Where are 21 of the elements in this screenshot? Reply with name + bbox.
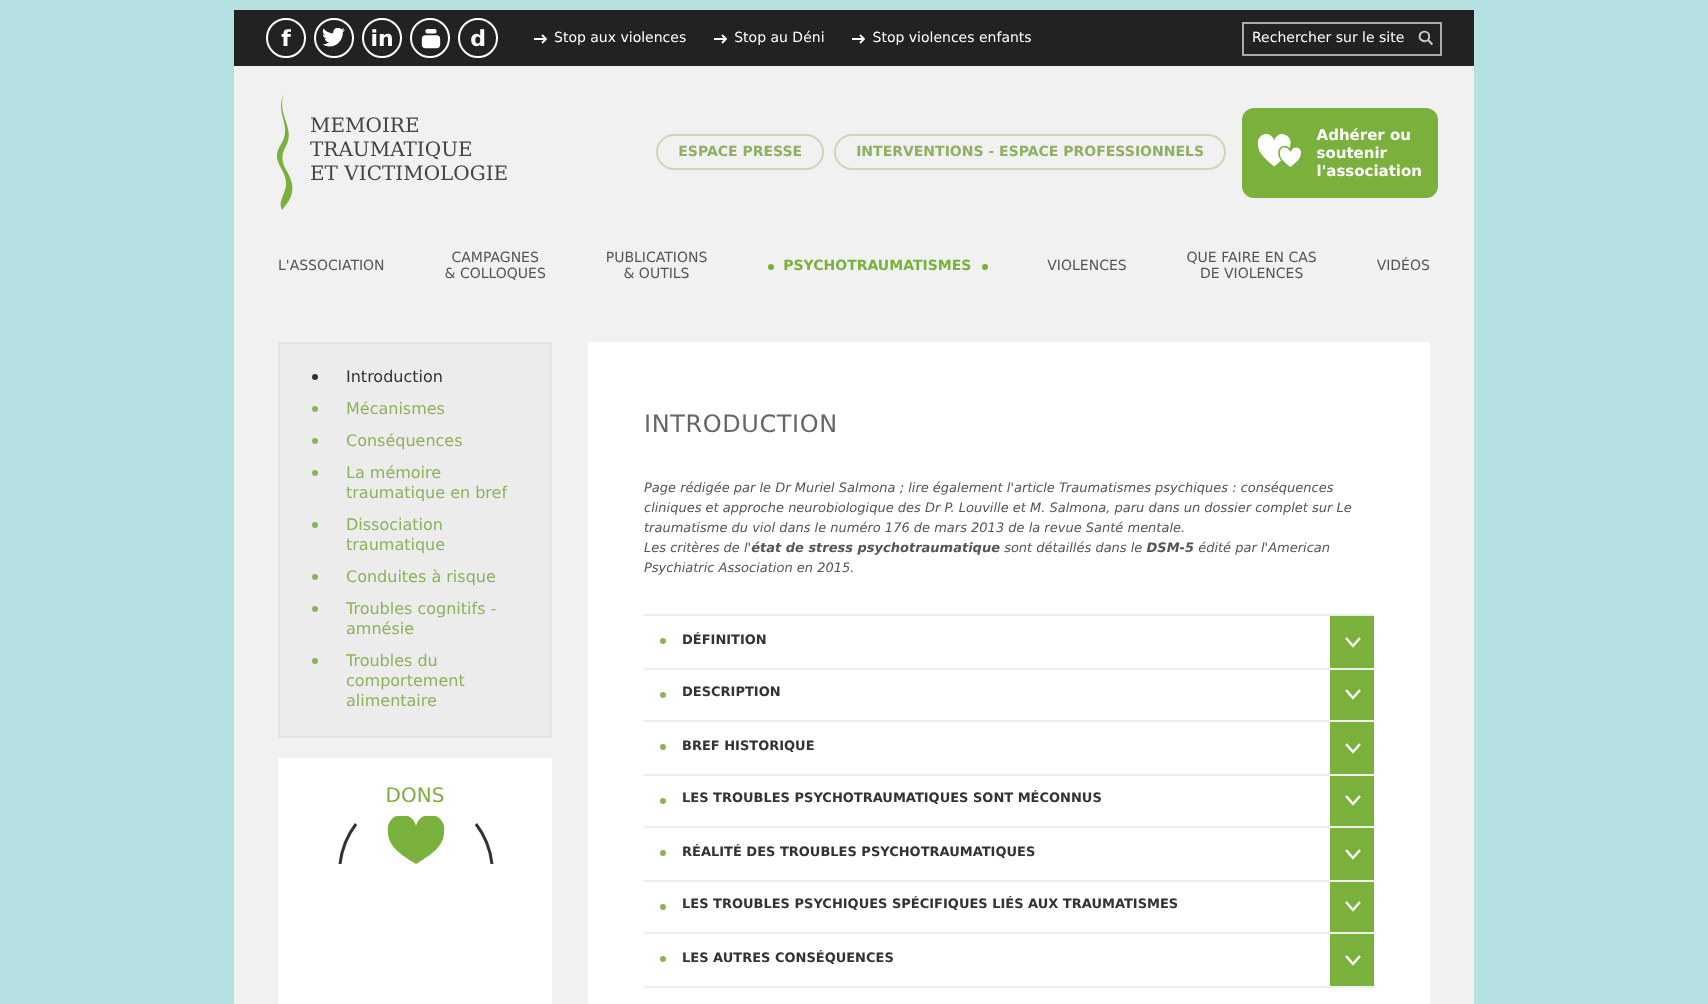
social-link[interactable]: f	[266, 18, 306, 58]
social-link[interactable]: d	[458, 18, 498, 58]
accordion-toggle[interactable]	[1330, 934, 1374, 985]
arrow-icon	[534, 33, 548, 43]
sidebar-item[interactable]: Introduction	[312, 368, 518, 388]
search-icon	[1418, 30, 1434, 46]
dons-title: DONS	[385, 784, 445, 812]
heart-circle-icon	[337, 816, 493, 864]
accordion-toggle[interactable]	[1330, 775, 1374, 826]
accordion-toggle[interactable]	[1330, 669, 1374, 720]
accordion-toggle[interactable]	[1330, 828, 1374, 879]
accordion-toggle[interactable]	[1330, 881, 1374, 932]
arrow-icon	[714, 33, 729, 43]
accordion-toggle[interactable]	[1330, 616, 1374, 667]
bird-icon[interactable]	[314, 18, 354, 58]
arrow-icon	[852, 33, 867, 43]
social-link[interactable]: in	[362, 18, 402, 58]
video-icon[interactable]	[410, 18, 450, 58]
page-title: INTRODUCTION	[644, 408, 840, 442]
logo-text: MEMOIRE TRAUMATIQUE ET VICTIMOLOGIE	[310, 116, 509, 188]
accordion-toggle[interactable]	[1330, 722, 1374, 773]
